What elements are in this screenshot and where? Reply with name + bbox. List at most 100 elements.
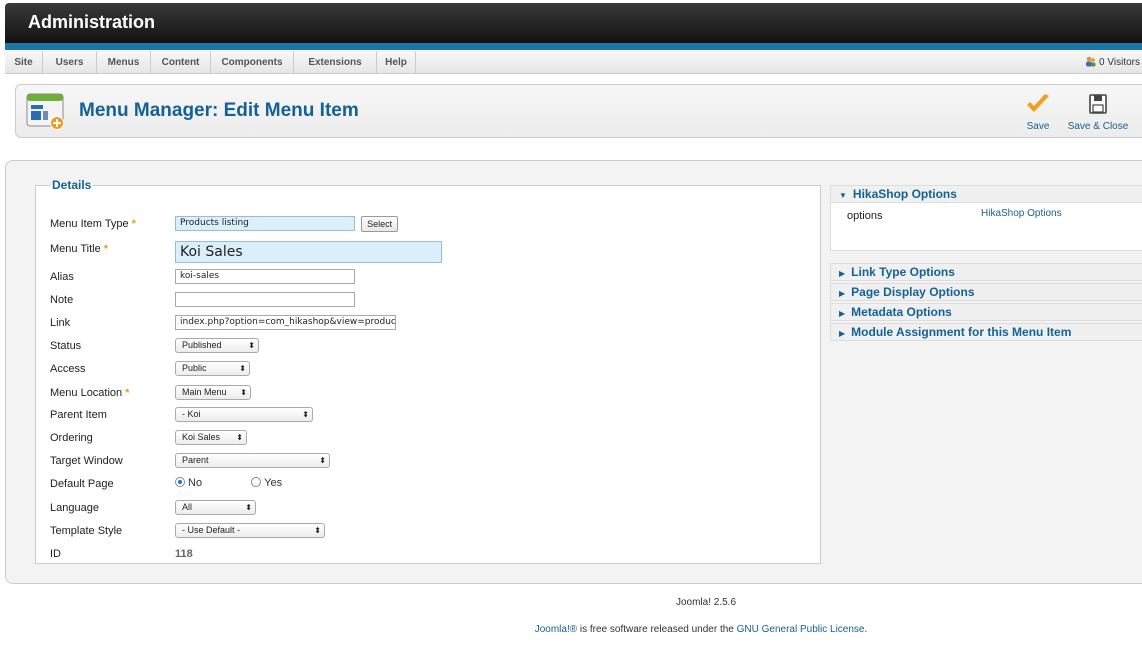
panel-page-display-options[interactable]: ▶ Page Display Options — [830, 283, 1142, 301]
panel-metadata-options[interactable]: ▶ Metadata Options — [830, 303, 1142, 321]
row-menu-item-type: Menu Item Type * Products listing Select — [50, 216, 810, 234]
footer-license: Joomla!® is free software released under… — [534, 624, 868, 635]
label-alias: Alias — [50, 271, 74, 283]
row-template-style: Template Style - Use Default - ⬍ — [50, 523, 810, 541]
details-legend: Details — [52, 178, 92, 192]
save-close-button[interactable]: Save & Close — [1065, 93, 1131, 132]
row-id: ID 118 — [50, 546, 810, 564]
floppy-disk-icon — [1089, 94, 1107, 114]
radio-no[interactable] — [175, 477, 185, 487]
menu-help[interactable]: Help — [377, 51, 416, 74]
ordering-select[interactable]: Koi Sales ⬍ — [175, 430, 247, 445]
menu-users[interactable]: Users — [43, 51, 97, 74]
menu-extensions[interactable]: Extensions — [294, 51, 377, 74]
row-parent-item: Parent Item - Koi ⬍ — [50, 407, 810, 425]
footer-version: Joomla! 2.5.6 — [675, 597, 737, 608]
triangle-right-icon: ▶ — [839, 309, 846, 318]
menu-site[interactable]: Site — [5, 51, 43, 74]
hikashop-options-body: options HikaShop Options — [830, 203, 1142, 251]
note-input[interactable] — [175, 292, 355, 307]
row-default-page: Default Page No Yes — [50, 476, 810, 494]
panel-link-type-options[interactable]: ▶ Link Type Options — [830, 263, 1142, 281]
menu-content[interactable]: Content — [151, 51, 211, 74]
required-marker: * — [131, 218, 136, 230]
access-select[interactable]: Public ⬍ — [175, 361, 250, 376]
label-menu-location: Menu Location — [50, 387, 123, 399]
row-menu-location: Menu Location * Main Menu ⬍ — [50, 385, 810, 403]
language-select[interactable]: All ⬍ — [175, 500, 256, 515]
label-language: Language — [50, 502, 99, 514]
id-value: 118 — [175, 548, 193, 560]
header-strip — [5, 43, 1142, 50]
row-link: Link index.php?option=com_hikashop&view=… — [50, 315, 810, 333]
visitors-icon — [1086, 56, 1096, 67]
template-style-select[interactable]: - Use Default - ⬍ — [175, 523, 325, 538]
panel-module-assignment[interactable]: ▶ Module Assignment for this Menu Item — [830, 323, 1142, 341]
visitors-count: 0 Visitors — [1099, 57, 1140, 68]
menu-components[interactable]: Components — [211, 51, 294, 74]
label-parent-item: Parent Item — [50, 409, 107, 421]
link-input[interactable]: index.php?option=com_hikashop&view=produ… — [175, 315, 396, 330]
visitors-indicator: 0 Visitors — [1085, 51, 1140, 74]
target-window-select[interactable]: Parent ⬍ — [175, 453, 330, 468]
menu-menus[interactable]: Menus — [97, 51, 151, 74]
admin-header: Administration — [5, 3, 1142, 43]
save-check-icon — [1027, 94, 1049, 112]
label-default-page: Default Page — [50, 478, 114, 490]
label-link: Link — [50, 317, 71, 329]
row-language: Language All ⬍ — [50, 500, 810, 518]
menu-title-input[interactable]: Koi Sales — [175, 241, 442, 263]
select-arrow-icon: ⬍ — [239, 364, 246, 373]
label-ordering: Ordering — [50, 432, 93, 444]
row-access: Access Public ⬍ — [50, 361, 810, 379]
page-title: Menu Manager: Edit Menu Item — [79, 100, 359, 121]
triangle-right-icon: ▶ — [839, 329, 846, 338]
row-note: Note — [50, 292, 810, 310]
row-alias: Alias koi-sales — [50, 269, 810, 287]
default-page-no-option[interactable]: No — [175, 477, 202, 489]
joomla-link[interactable]: Joomla!® — [535, 624, 577, 635]
hikashop-options-link[interactable]: HikaShop Options — [981, 208, 1062, 219]
main-menubar: Site Users Menus Content Components Exte… — [5, 51, 1142, 74]
row-status: Status Published ⬍ — [50, 338, 810, 356]
gpl-link[interactable]: GNU General Public License — [737, 624, 865, 635]
admin-title: Administration — [28, 12, 156, 32]
label-status: Status — [50, 340, 82, 352]
label-target-window: Target Window — [50, 455, 123, 467]
label-template-style: Template Style — [50, 525, 123, 537]
select-arrow-icon: ⬍ — [245, 503, 252, 512]
label-menu-item-type: Menu Item Type — [50, 218, 129, 230]
select-arrow-icon: ⬍ — [314, 526, 321, 535]
label-menu-title: Menu Title — [50, 243, 101, 255]
save-button[interactable]: Save — [1019, 93, 1057, 132]
status-select[interactable]: Published ⬍ — [175, 338, 259, 353]
label-note: Note — [50, 294, 74, 306]
select-arrow-icon: ⬍ — [319, 456, 326, 465]
save-close-label: Save & Close — [1067, 121, 1129, 132]
menu-item-type-field: Products listing — [175, 216, 355, 231]
select-arrow-icon: ⬍ — [302, 410, 309, 419]
parent-item-select[interactable]: - Koi ⬍ — [175, 407, 313, 422]
page-toolbar: Menu Manager: Edit Menu Item Save Save &… — [15, 84, 1142, 138]
label-id: ID — [50, 548, 61, 560]
select-type-button[interactable]: Select — [361, 216, 399, 232]
select-arrow-icon: ⬍ — [240, 388, 247, 397]
select-arrow-icon: ⬍ — [236, 433, 243, 442]
details-fieldset: Details Menu Item Type * Products listing… — [35, 178, 821, 564]
radio-yes[interactable] — [251, 477, 262, 487]
menu-manager-icon — [26, 93, 64, 130]
save-label: Save — [1026, 121, 1050, 132]
default-page-yes-option[interactable]: Yes — [251, 477, 282, 489]
panel-hikashop-options[interactable]: ▼ HikaShop Options — [830, 185, 1142, 203]
select-arrow-icon: ⬍ — [248, 341, 255, 350]
triangle-down-icon: ▼ — [839, 191, 847, 200]
label-access: Access — [50, 363, 86, 375]
options-accordion: ▼ HikaShop Options options HikaShop Optio… — [830, 185, 1142, 341]
row-ordering: Ordering Koi Sales ⬍ — [50, 430, 810, 448]
row-target-window: Target Window Parent ⬍ — [50, 453, 810, 471]
alias-input[interactable]: koi-sales — [175, 269, 355, 284]
triangle-right-icon: ▶ — [839, 269, 846, 278]
menu-location-select[interactable]: Main Menu ⬍ — [175, 385, 251, 400]
options-label: options — [847, 210, 883, 222]
row-menu-title: Menu Title * Koi Sales — [50, 241, 810, 263]
